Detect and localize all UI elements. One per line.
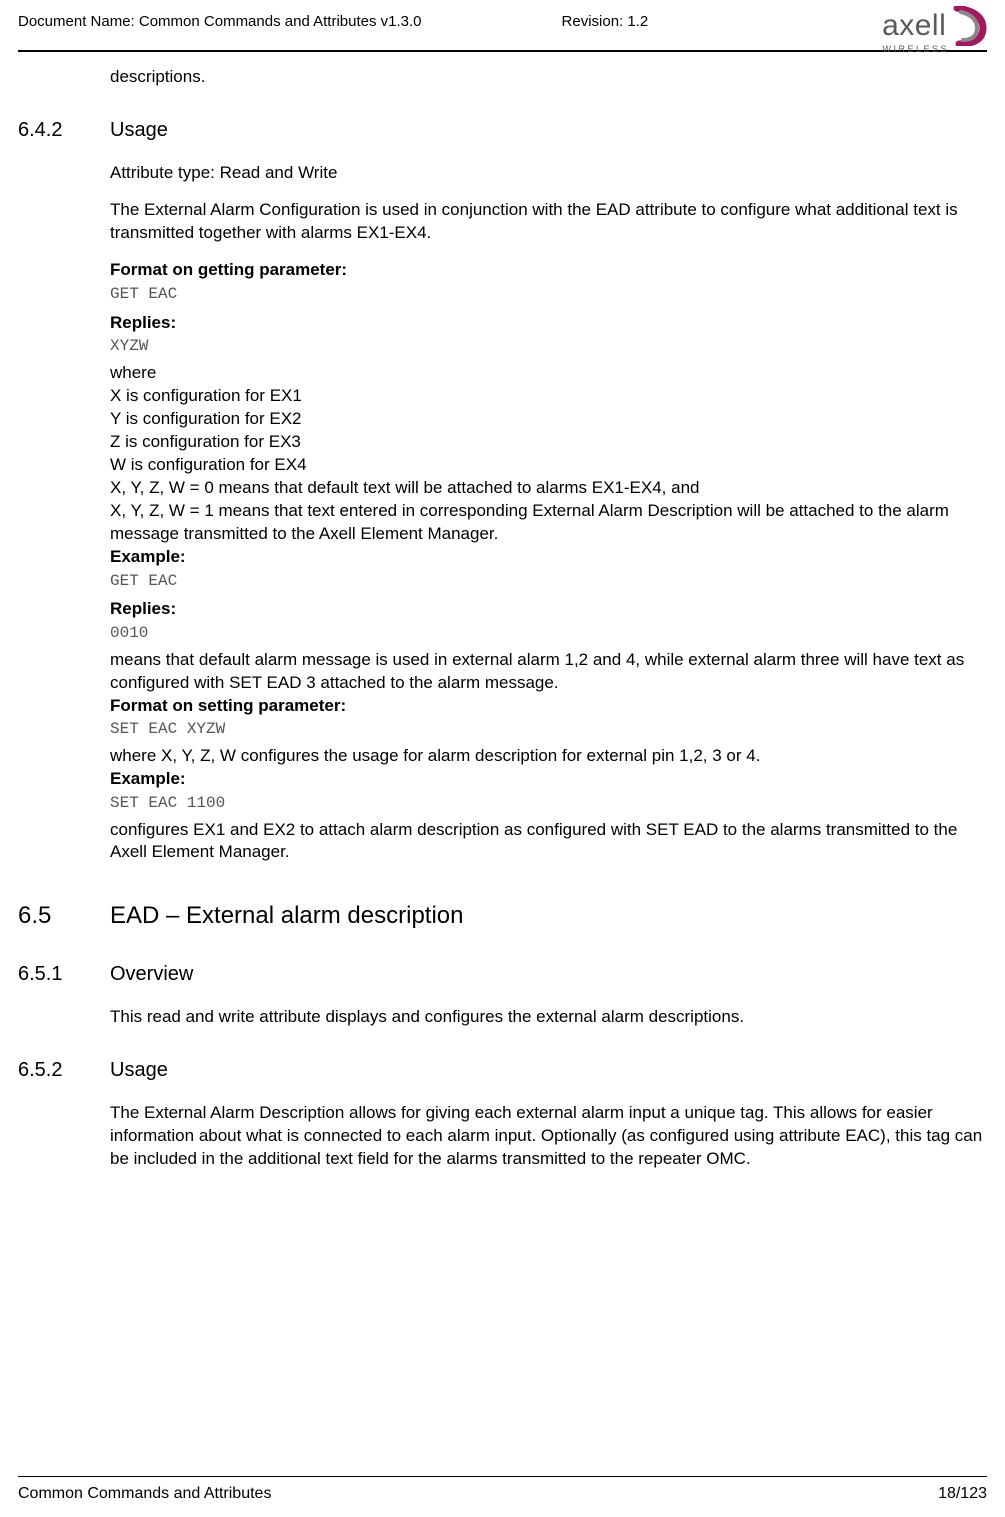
logo-sub-text: WIRELESS: [882, 43, 949, 55]
page-content: descriptions. 6.4.2 Usage Attribute type…: [0, 52, 1005, 1170]
section-number: 6.5.2: [18, 1057, 110, 1084]
section-number: 6.5: [18, 900, 110, 932]
format-get-cmd: GET EAC: [110, 284, 987, 306]
intro-paragraph: The External Alarm Configuration is used…: [110, 199, 987, 245]
page-header: Document Name: Common Commands and Attri…: [0, 0, 1005, 32]
section-title: Overview: [110, 961, 193, 988]
example-label-1: Example:: [110, 546, 987, 569]
replies-val-1: XYZW: [110, 336, 987, 358]
replies-label-1: Replies:: [110, 312, 987, 335]
section-title: Usage: [110, 1057, 168, 1084]
logo-swirl-icon: [953, 6, 987, 46]
format-set-cmd: SET EAC XYZW: [110, 719, 987, 741]
logo: axell WIRELESS: [882, 6, 987, 55]
where-l2: Y is configuration for EX2: [110, 408, 987, 431]
where-l1: X is configuration for EX1: [110, 385, 987, 408]
doc-name: Document Name: Common Commands and Attri…: [18, 12, 422, 32]
where-l4: W is configuration for EX4: [110, 454, 987, 477]
where-l6: X, Y, Z, W = 1 means that text entered i…: [110, 500, 987, 546]
example-label-2: Example:: [110, 768, 987, 791]
section-6-5-2-heading: 6.5.2 Usage: [18, 1057, 987, 1084]
where-set-text: where X, Y, Z, W configures the usage fo…: [110, 745, 987, 768]
section-6-4-2-heading: 6.4.2 Usage: [18, 117, 987, 144]
section-number: 6.5.1: [18, 961, 110, 988]
overview-text: This read and write attribute displays a…: [110, 1006, 987, 1029]
replies-label-2: Replies:: [110, 598, 987, 621]
logo-main-text: axell: [882, 6, 946, 47]
format-set-label: Format on setting parameter:: [110, 695, 987, 718]
section-6-5-heading: 6.5 EAD – External alarm description: [18, 900, 987, 932]
example-cmd-2: SET EAC 1100: [110, 793, 987, 815]
section-6-5-1-heading: 6.5.1 Overview: [18, 961, 987, 988]
footer-left: Common Commands and Attributes: [18, 1483, 271, 1505]
where-l0: where: [110, 362, 987, 385]
attr-type: Attribute type: Read and Write: [110, 162, 987, 185]
configures-text: configures EX1 and EX2 to attach alarm d…: [110, 819, 987, 865]
example-cmd-1: GET EAC: [110, 571, 987, 593]
section-title: EAD – External alarm description: [110, 900, 463, 932]
header-text: Document Name: Common Commands and Attri…: [18, 10, 648, 32]
where-l5: X, Y, Z, W = 0 means that default text w…: [110, 477, 987, 500]
footer-divider: [18, 1476, 987, 1477]
replies-val-2: 0010: [110, 623, 987, 645]
means-text: means that default alarm message is used…: [110, 649, 987, 695]
usage-text: The External Alarm Description allows fo…: [110, 1102, 987, 1171]
continuation-text: descriptions.: [110, 66, 987, 89]
section-number: 6.4.2: [18, 117, 110, 144]
page-footer: Common Commands and Attributes 18/123: [18, 1476, 987, 1505]
section-title: Usage: [110, 117, 168, 144]
where-l3: Z is configuration for EX3: [110, 431, 987, 454]
format-get-label: Format on getting parameter:: [110, 259, 987, 282]
footer-page-number: 18/123: [938, 1483, 987, 1505]
revision: Revision: 1.2: [562, 12, 649, 32]
